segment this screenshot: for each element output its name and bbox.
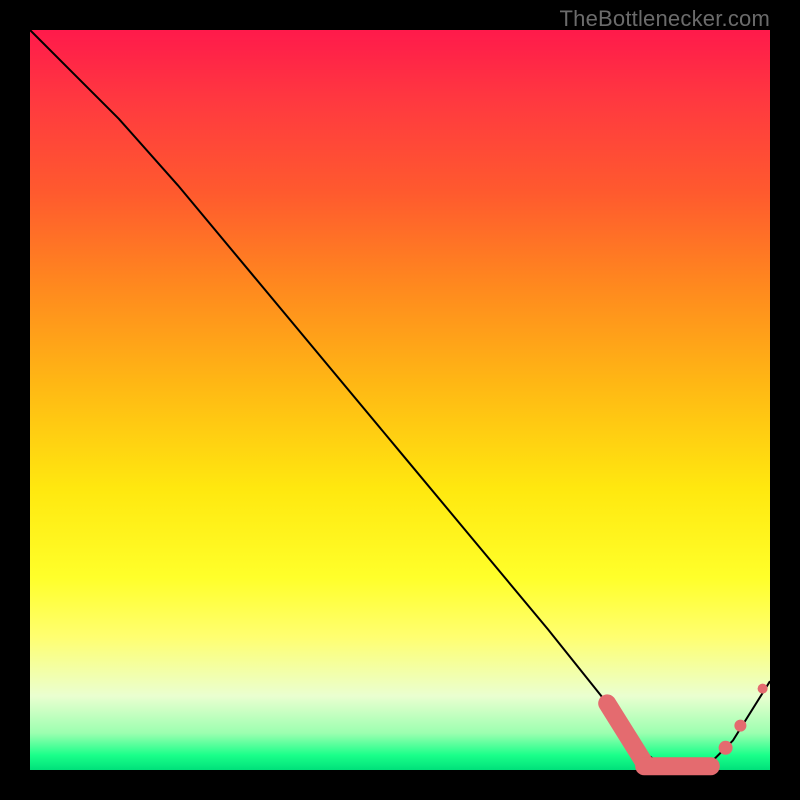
attribution-text: TheBottlenecker.com [560, 6, 770, 32]
plot-area [30, 30, 770, 770]
highlight-cap-left [607, 703, 644, 762]
marker-layer [607, 684, 767, 767]
bottleneck-curve [30, 30, 770, 770]
highlight-dot-3 [758, 684, 768, 694]
highlight-dot-1 [719, 741, 733, 755]
highlight-dot-2 [734, 720, 746, 732]
chart-overlay [30, 30, 770, 770]
chart-canvas: TheBottlenecker.com [0, 0, 800, 800]
